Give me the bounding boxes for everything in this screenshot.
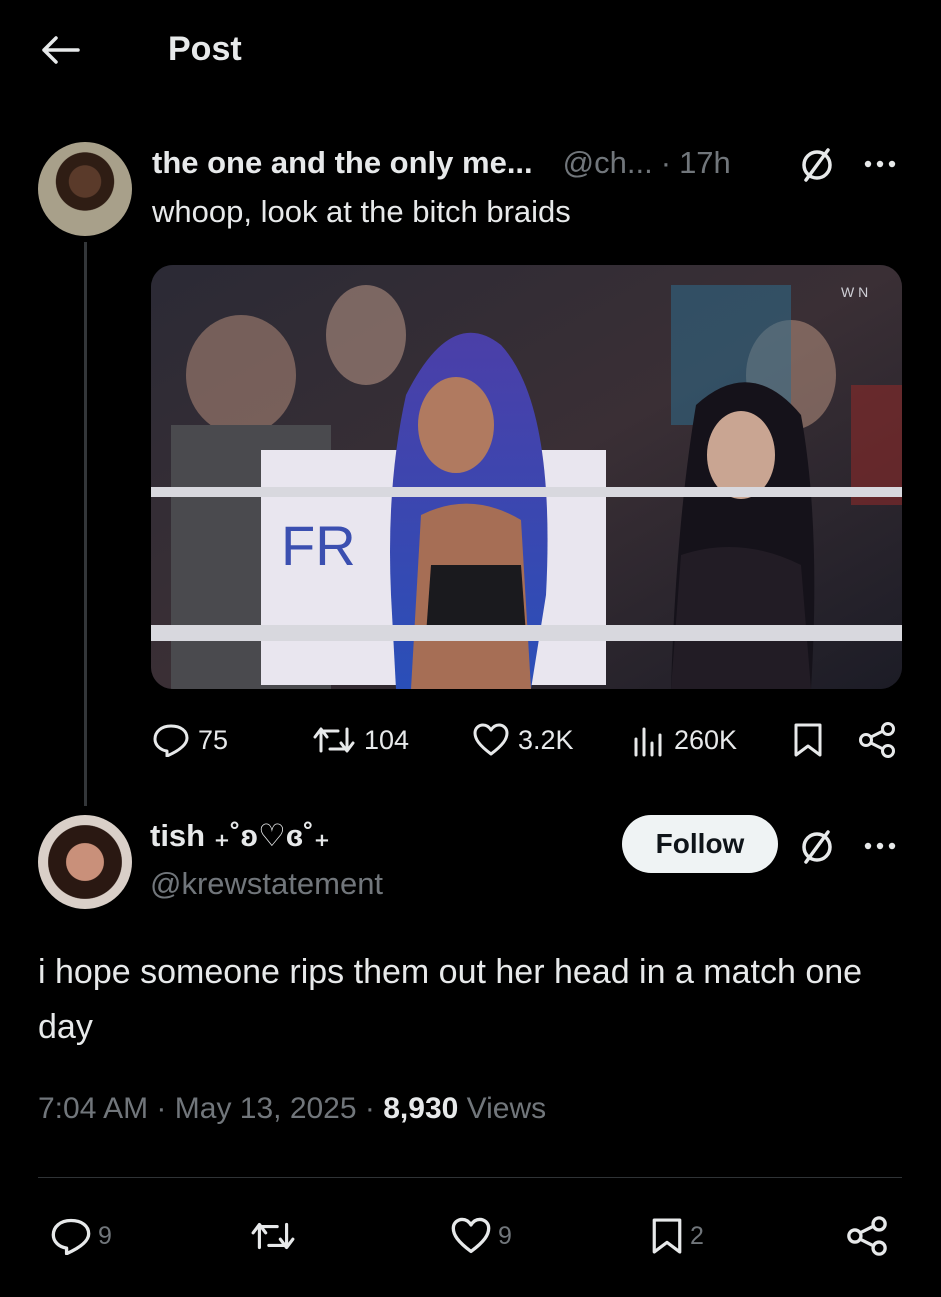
reply-action[interactable]: 75: [152, 718, 228, 762]
original-post-handle[interactable]: @ch...: [563, 145, 653, 181]
thread-connector-line: [84, 242, 87, 806]
back-arrow-icon: [42, 36, 80, 64]
original-post-text: whoop, look at the bitch braids: [152, 194, 571, 229]
repost-icon: [313, 727, 355, 753]
reply-bookmark-count: 2: [690, 1221, 704, 1250]
meta-separator: ·: [156, 1092, 167, 1125]
wrestling-photo: FR W N: [151, 265, 902, 689]
top-bar: Post: [0, 0, 941, 100]
share-icon: [859, 722, 895, 758]
original-post-time[interactable]: 17h: [679, 145, 731, 181]
follow-button[interactable]: Follow: [622, 815, 778, 873]
page-title: Post: [168, 30, 242, 68]
share-icon: [847, 1216, 887, 1256]
reply-icon: [51, 1218, 91, 1255]
repost-action[interactable]: 104: [312, 718, 409, 762]
bookmark-icon: [794, 723, 822, 757]
reply-timestamp-row: 7:04 AM · May 13, 2025 · 8,930 Views: [38, 1092, 546, 1126]
bookmark-icon: [652, 1218, 682, 1254]
views-action[interactable]: 260K: [632, 718, 737, 762]
like-icon: [451, 1217, 491, 1254]
reply-share-action[interactable]: [845, 1213, 889, 1259]
reply-avatar[interactable]: [38, 815, 132, 909]
reply-handle[interactable]: @krewstatement: [150, 866, 383, 902]
reply-reply-action[interactable]: 9: [50, 1213, 112, 1259]
reply-icon: [153, 724, 189, 757]
back-button[interactable]: [38, 28, 82, 72]
more-icon: [864, 842, 896, 850]
like-icon: [473, 723, 509, 756]
svg-text:W N: W N: [841, 284, 868, 300]
reply-more-button[interactable]: [860, 826, 900, 866]
original-post-meta: the one and the only me... @ch... · 17h: [152, 143, 731, 183]
reply-time: 7:04 AM: [38, 1092, 149, 1125]
original-post-display-name[interactable]: the one and the only me...: [152, 145, 533, 181]
no-symbol-icon[interactable]: [797, 826, 837, 866]
reply-display-name[interactable]: tish ₊˚ʚ♡ɞ˚₊: [150, 818, 330, 854]
views-count: 260K: [674, 724, 738, 755]
like-action[interactable]: 3.2K: [472, 718, 574, 762]
reply-like-count: 9: [498, 1221, 512, 1250]
reply-text: i hope someone rips them out her head in…: [38, 953, 863, 1046]
bookmark-action[interactable]: [792, 718, 824, 762]
views-icon: [634, 727, 662, 757]
reply-views-count[interactable]: 8,930: [383, 1092, 458, 1125]
no-symbol-icon[interactable]: [797, 144, 837, 184]
like-count: 3.2K: [518, 724, 574, 755]
meta-separator: ·: [660, 145, 672, 180]
reply-like-action[interactable]: 9: [450, 1213, 512, 1259]
more-icon: [864, 160, 896, 168]
meta-separator: ·: [364, 1092, 375, 1125]
svg-text:FR: FR: [281, 514, 356, 577]
divider: [38, 1177, 902, 1178]
reply-date: May 13, 2025: [174, 1092, 357, 1125]
repost-count: 104: [364, 724, 410, 755]
reply-count: 75: [198, 724, 229, 755]
original-post-avatar[interactable]: [38, 142, 132, 236]
repost-icon: [251, 1222, 295, 1250]
reply-repost-action[interactable]: [250, 1213, 296, 1259]
original-post-more-button[interactable]: [860, 144, 900, 184]
reply-views-label: Views: [466, 1092, 547, 1125]
reply-reply-count: 9: [98, 1221, 112, 1250]
share-action[interactable]: [857, 718, 897, 762]
original-post-image[interactable]: FR W N: [151, 265, 902, 689]
reply-bookmark-action[interactable]: 2: [650, 1213, 704, 1259]
